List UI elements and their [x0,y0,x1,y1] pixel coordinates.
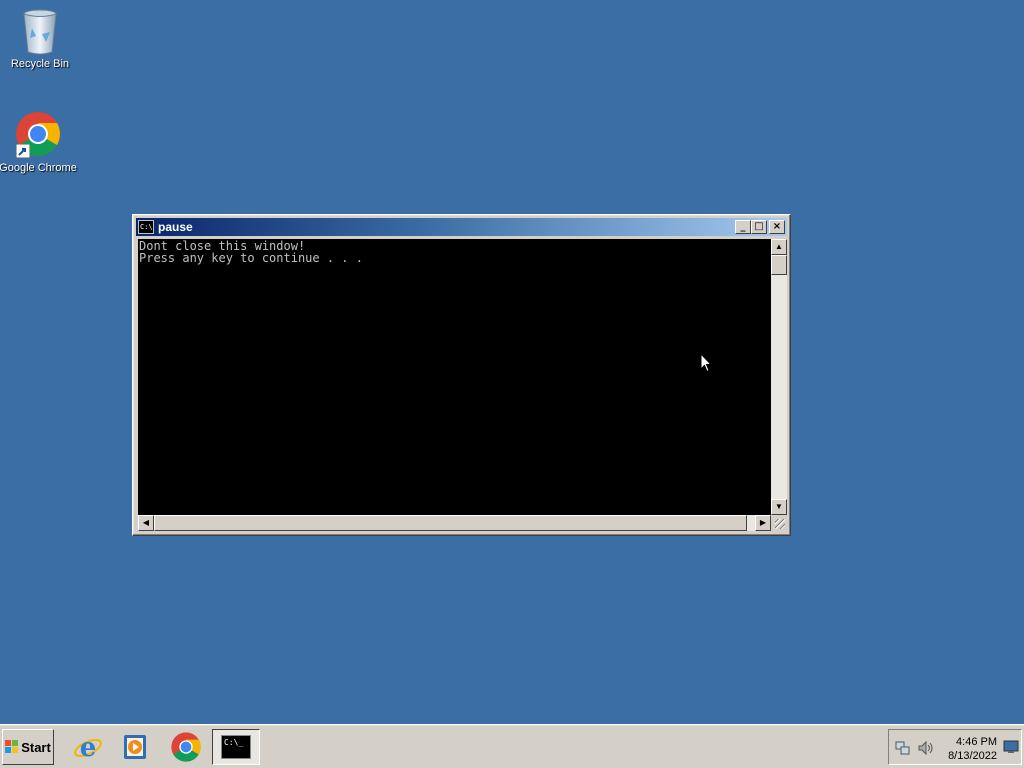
show-desktop-icon[interactable] [1003,740,1019,754]
clock-time: 4:46 PM [956,736,997,748]
start-label: Start [21,739,51,755]
network-icon[interactable] [895,740,911,756]
console-line: Press any key to continue . . . [139,251,363,265]
scroll-down-icon[interactable]: ▼ [771,499,787,515]
console-icon: C:\. [138,220,154,234]
mouse-cursor-icon [700,353,712,373]
resize-grip-icon[interactable] [771,515,787,531]
recycle-bin-icon [16,6,64,55]
chrome-icon[interactable] [170,731,202,763]
scroll-left-icon[interactable]: ◀ [138,515,154,531]
vertical-scrollbar[interactable]: ▲ ▼ [771,239,787,515]
maximize-button[interactable]: □ [751,220,767,234]
windows-flag-icon [5,740,19,754]
svg-text:e: e [80,733,97,763]
scroll-up-icon[interactable]: ▲ [771,239,787,255]
clock[interactable]: 4:46 PM 8/13/2022 [948,735,997,763]
chrome-icon [14,110,62,158]
window-title: pause [158,220,193,234]
desktop-icon-recycle-bin[interactable]: Recycle Bin [0,6,80,71]
vertical-scroll-thumb[interactable] [771,255,787,275]
minimize-button[interactable]: _ [735,220,751,234]
taskbar: Start e C:\_ 4:46 PM 8/13/2022 [0,724,1024,768]
horizontal-scrollbar[interactable]: ◀ ▶ [138,515,771,531]
console-output[interactable]: Dont close this window! Press any key to … [138,239,771,515]
internet-explorer-icon[interactable]: e [72,731,104,763]
console-window[interactable]: C:\. pause _ □ × Dont close this window!… [132,214,791,536]
volume-icon[interactable] [917,740,935,756]
clock-date: 8/13/2022 [948,750,997,762]
system-tray: 4:46 PM 8/13/2022 [888,729,1022,765]
window-titlebar[interactable]: C:\. pause _ □ × [136,218,787,236]
start-button[interactable]: Start [2,729,54,765]
desktop-icon-chrome[interactable]: Google Chrome [0,110,78,175]
scroll-right-icon[interactable]: ▶ [755,515,771,531]
console-icon: C:\_ [221,735,251,759]
media-player-icon[interactable] [120,731,152,763]
taskbar-console-button[interactable]: C:\_ [212,729,260,765]
chrome-label: Google Chrome [0,162,77,174]
horizontal-scroll-thumb[interactable] [154,515,747,531]
shortcut-arrow-icon [16,144,30,158]
close-button[interactable]: × [769,220,785,234]
recycle-bin-label: Recycle Bin [10,58,70,70]
